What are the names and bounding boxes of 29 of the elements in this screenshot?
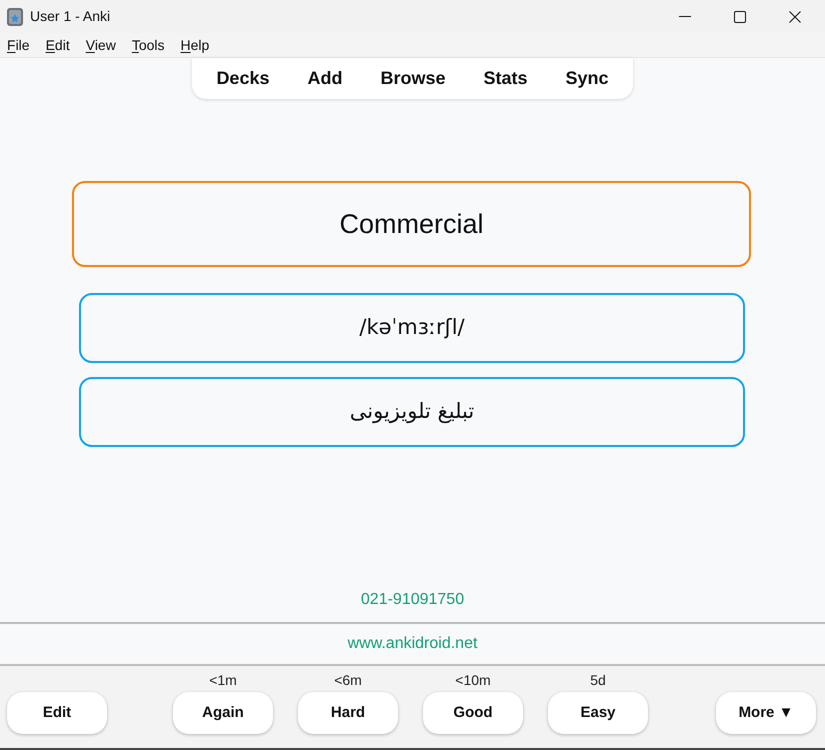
minimize-icon <box>678 16 690 17</box>
interval-label: <10m <box>455 673 491 687</box>
window-title: User 1 - Anki <box>30 7 110 26</box>
front-word: Commercial <box>339 208 484 241</box>
toolbar-link[interactable]: Sync <box>566 65 609 92</box>
menu-item[interactable]: View <box>86 38 116 52</box>
menu-item[interactable]: File <box>7 38 30 52</box>
close-icon <box>788 10 800 22</box>
toolbar-link[interactable]: Stats <box>484 65 528 92</box>
menu-item[interactable]: Help <box>180 38 210 52</box>
field-text: /kəˈmɜːrʃl/ <box>359 314 465 342</box>
answer-button[interactable]: Hard <box>298 692 398 734</box>
toolbar-link[interactable]: Decks <box>216 65 270 92</box>
toolbar-link[interactable]: Add <box>307 65 342 92</box>
phone-number: 021-91091750 <box>360 590 464 610</box>
interval-label: <6m <box>334 673 362 687</box>
app-icon <box>7 8 23 26</box>
interval-label: <1m <box>209 673 237 687</box>
interval-label: 5d <box>590 673 606 687</box>
edit-button[interactable]: Edit <box>7 692 107 734</box>
answer-button[interactable]: Good <box>423 692 523 734</box>
menu-item[interactable]: Edit <box>46 38 70 52</box>
menu-item[interactable]: Tools <box>132 38 165 52</box>
maximize-icon <box>734 10 746 22</box>
answer-button[interactable]: Easy <box>548 692 648 734</box>
answer-button[interactable]: Again <box>173 692 273 734</box>
field-text: تبلیغ تلویزیونی <box>350 398 474 426</box>
toolbar-link[interactable]: Browse <box>380 65 446 92</box>
more-button[interactable]: More ▼ <box>716 692 816 734</box>
